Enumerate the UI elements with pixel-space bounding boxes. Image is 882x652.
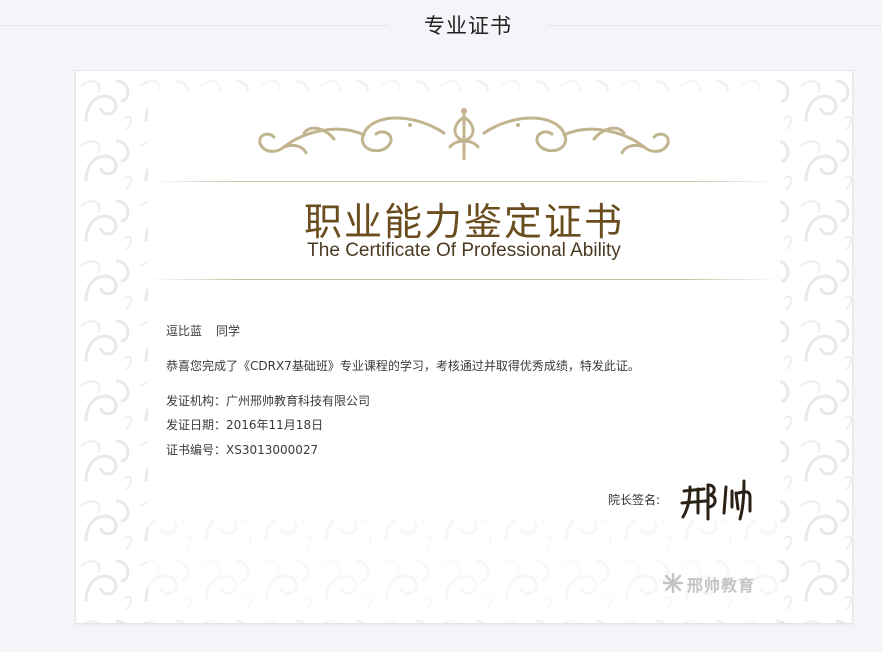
- recipient-line: 逗比蓝 同学: [166, 322, 240, 339]
- certificate-content: 职业能力鉴定证书 The Certificate Of Professional…: [148, 71, 780, 623]
- ornament-flourish-icon: [258, 108, 670, 161]
- brand-logo: 邢帅教育: [663, 571, 763, 595]
- divider-top: [148, 181, 780, 182]
- signature-label: 院长签名:: [608, 493, 661, 507]
- recipient-suffix: 同学: [216, 324, 241, 338]
- header-divider-left: [0, 25, 388, 26]
- certificate-title-english: The Certificate Of Professional Ability: [307, 240, 621, 261]
- recipient-name: 逗比蓝: [166, 324, 203, 338]
- header-divider-right: [548, 25, 882, 26]
- brand-logo-icon: [663, 573, 683, 593]
- divider-bottom: [148, 279, 780, 280]
- certificate-title: 职业能力鉴定证书: [303, 200, 624, 244]
- page-header: 专业证书: [0, 0, 882, 52]
- certificate-card: 职业能力鉴定证书 The Certificate Of Professional…: [75, 70, 853, 624]
- brand-name: 邢帅教育: [687, 576, 756, 595]
- certificate-message: 恭喜您完成了《CDRX7基础班》专业课程的学习，考核通过并取得优秀成绩，特发此证…: [166, 359, 640, 373]
- issue-date-line: 发证日期：2016年11月18日: [166, 418, 324, 432]
- certificate-number-line: 证书编号：XS3013000027: [166, 443, 319, 457]
- signature-image-icon: 邢帅: [680, 479, 752, 521]
- page-title: 专业证书: [424, 14, 512, 38]
- issuer-line: 发证机构：广州邢帅教育科技有限公司: [166, 394, 371, 408]
